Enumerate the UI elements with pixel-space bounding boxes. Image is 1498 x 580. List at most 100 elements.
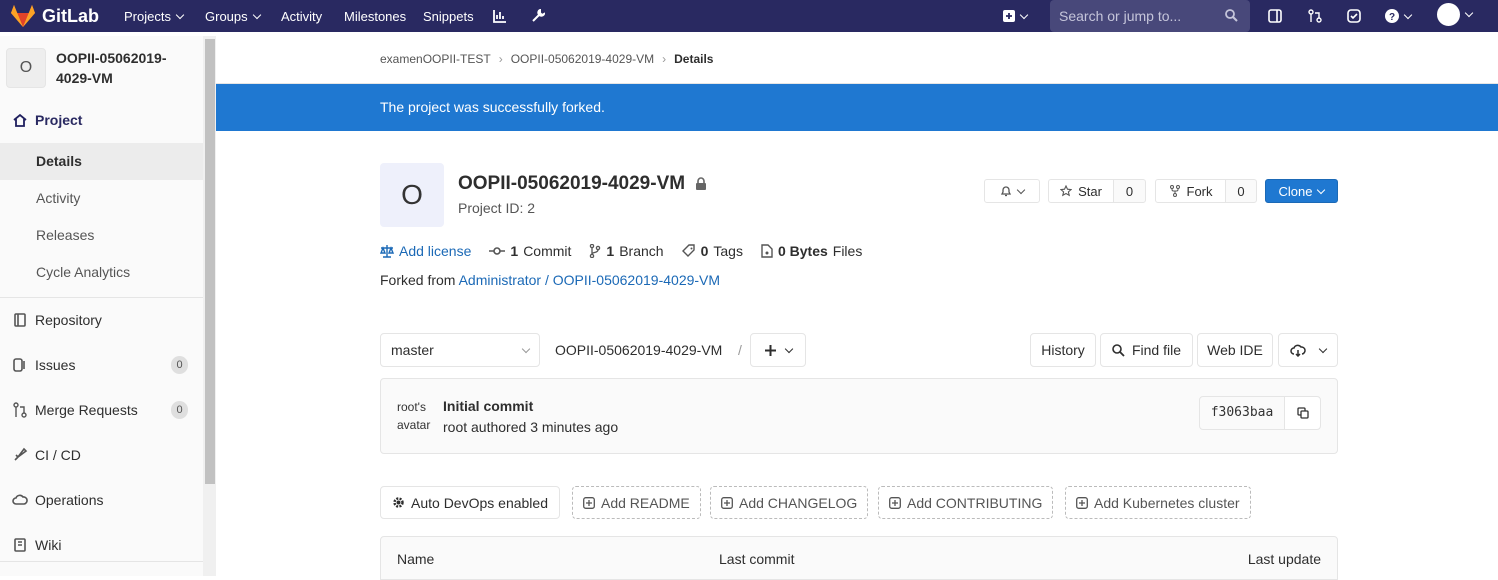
sidebar-item-project[interactable]: Project <box>0 102 203 138</box>
issues-icon <box>13 358 25 372</box>
forked-from-link[interactable]: Administrator / OOPII-05062019-4029-VM <box>459 272 720 288</box>
add-readme-button[interactable]: Add README <box>572 486 701 519</box>
sidebar-sub-label: Cycle Analytics <box>36 264 131 280</box>
chevron-down-icon <box>1318 344 1328 353</box>
copy-sha-button[interactable] <box>1284 396 1321 430</box>
add-changelog-button[interactable]: Add CHANGELOG <box>710 486 869 519</box>
nav-groups[interactable]: Groups <box>205 0 261 32</box>
sidebar-item-label: Operations <box>35 492 104 508</box>
star-button[interactable]: Star <box>1048 179 1114 203</box>
branches-stat[interactable]: 1 Branch <box>589 243 664 259</box>
question-icon: ? <box>1385 9 1399 23</box>
fork-label: Fork <box>1186 183 1213 199</box>
sidebar-item-issues[interactable]: Issues 0 <box>0 347 203 383</box>
bell-icon <box>1000 186 1012 197</box>
merge-request-icon <box>13 402 27 418</box>
sidebar-sub-details[interactable]: Details <box>0 143 203 180</box>
download-dropdown[interactable] <box>1278 333 1338 367</box>
chevron-down-icon <box>1403 10 1413 19</box>
sidebar-project-name: OOPII-05062019-4029-VM <box>56 50 167 86</box>
book-icon <box>14 313 26 327</box>
add-license-label: Add license <box>399 243 472 259</box>
commits-stat[interactable]: 1 Commit <box>489 243 571 259</box>
sidebar-context-header[interactable]: O OOPII-05062019-4029-VM <box>6 48 206 94</box>
search-placeholder: Search or jump to... <box>1059 8 1182 24</box>
cloud-gear-icon <box>12 494 28 505</box>
project-title: OOPII-05062019-4029-VM <box>458 173 686 194</box>
gitlab-logo[interactable]: GitLab <box>10 3 99 29</box>
wrench-icon[interactable] <box>531 7 545 25</box>
notification-dropdown[interactable] <box>984 179 1040 203</box>
search-input[interactable]: Search or jump to... <box>1050 0 1250 32</box>
breadcrumb-current[interactable]: Details <box>674 52 713 66</box>
commit-time: 3 minutes ago <box>530 419 619 435</box>
nav-milestones[interactable]: Milestones <box>344 0 406 32</box>
repo-path[interactable]: OOPII-05062019-4029-VM <box>555 342 722 358</box>
gitlab-tanuki-icon <box>11 5 35 27</box>
commit-label: Commit <box>523 243 572 259</box>
forked-from-label: Forked from <box>380 272 456 288</box>
web-ide-button[interactable]: Web IDE <box>1197 333 1273 367</box>
branch-select[interactable]: master <box>380 333 540 367</box>
tag-icon <box>681 244 695 257</box>
find-file-button[interactable]: Find file <box>1100 333 1193 367</box>
star-count[interactable]: 0 <box>1113 179 1146 203</box>
page-title: OOPII-05062019-4029-VM <box>458 173 707 195</box>
add-license-link[interactable]: Add license <box>380 243 471 259</box>
sidebar-item-repository[interactable]: Repository <box>0 302 203 338</box>
user-menu[interactable] <box>1437 2 1474 26</box>
commit-title[interactable]: Initial commit <box>443 398 533 414</box>
file-icon <box>761 244 773 258</box>
fork-button[interactable]: Fork <box>1155 179 1226 203</box>
plus-square-icon <box>583 496 595 509</box>
sidebar-scrollbar[interactable] <box>205 39 215 484</box>
add-to-tree-dropdown[interactable] <box>750 333 806 367</box>
brand-name: GitLab <box>42 5 99 26</box>
project-avatar-small: O <box>6 48 46 88</box>
sidebar-item-merge-requests[interactable]: Merge Requests 0 <box>0 392 203 428</box>
nav-projects[interactable]: Projects <box>124 0 185 32</box>
commit-author[interactable]: root <box>443 419 467 435</box>
add-changelog-label: Add CHANGELOG <box>739 494 858 511</box>
clone-button[interactable]: Clone <box>1265 179 1338 203</box>
sidebar-item-wiki[interactable]: Wiki <box>0 527 203 563</box>
breadcrumb-group[interactable]: examenOOPII-TEST <box>380 52 491 66</box>
add-contributing-button[interactable]: Add CONTRIBUTING <box>878 486 1054 519</box>
chart-icon[interactable] <box>493 7 507 25</box>
sidebar-item-label: Repository <box>35 312 102 328</box>
divider <box>0 297 203 298</box>
clone-label: Clone <box>1278 183 1313 199</box>
sidebar-item-label: CI / CD <box>35 447 81 463</box>
sidebar-sub-cycle-analytics[interactable]: Cycle Analytics <box>0 254 203 291</box>
tags-stat[interactable]: 0 Tags <box>681 243 743 259</box>
chevron-down-icon <box>175 10 185 19</box>
home-icon <box>13 113 27 127</box>
count-badge: 0 <box>171 356 188 374</box>
sidebar-item-ci-cd[interactable]: CI / CD <box>0 437 203 473</box>
sidebar-toggle-icon[interactable] <box>1268 7 1282 25</box>
fork-icon <box>1169 185 1180 197</box>
commit-author-avatar[interactable]: root's avatar <box>397 398 433 434</box>
help-dropdown[interactable]: ? <box>1385 7 1413 25</box>
commit-sha[interactable]: f3063baa <box>1199 396 1285 430</box>
add-kubernetes-button[interactable]: Add Kubernetes cluster <box>1065 486 1251 519</box>
branch-label: Branch <box>619 243 664 259</box>
files-stat[interactable]: 0 Bytes Files <box>761 243 862 259</box>
history-button[interactable]: History <box>1030 333 1096 367</box>
nav-activity[interactable]: Activity <box>281 0 322 32</box>
nav-snippets-label: Snippets <box>423 8 474 24</box>
sidebar-item-operations[interactable]: Operations <box>0 482 203 518</box>
project-id: Project ID: 2 <box>458 200 536 216</box>
merge-requests-icon[interactable] <box>1308 7 1322 25</box>
new-dropdown[interactable] <box>1003 7 1029 25</box>
todo-check-icon[interactable] <box>1347 7 1361 25</box>
breadcrumb-project[interactable]: OOPII-05062019-4029-VM <box>511 52 654 66</box>
nav-snippets[interactable]: Snippets <box>423 0 474 32</box>
sidebar-item-label: Project <box>35 112 83 128</box>
sidebar-sub-activity[interactable]: Activity <box>0 180 203 217</box>
auto-devops-button[interactable]: Auto DevOps enabled <box>380 486 560 519</box>
fork-count[interactable]: 0 <box>1225 179 1257 203</box>
sidebar-sub-releases[interactable]: Releases <box>0 217 203 254</box>
star-label: Star <box>1078 183 1102 199</box>
tag-label: Tags <box>713 243 743 259</box>
